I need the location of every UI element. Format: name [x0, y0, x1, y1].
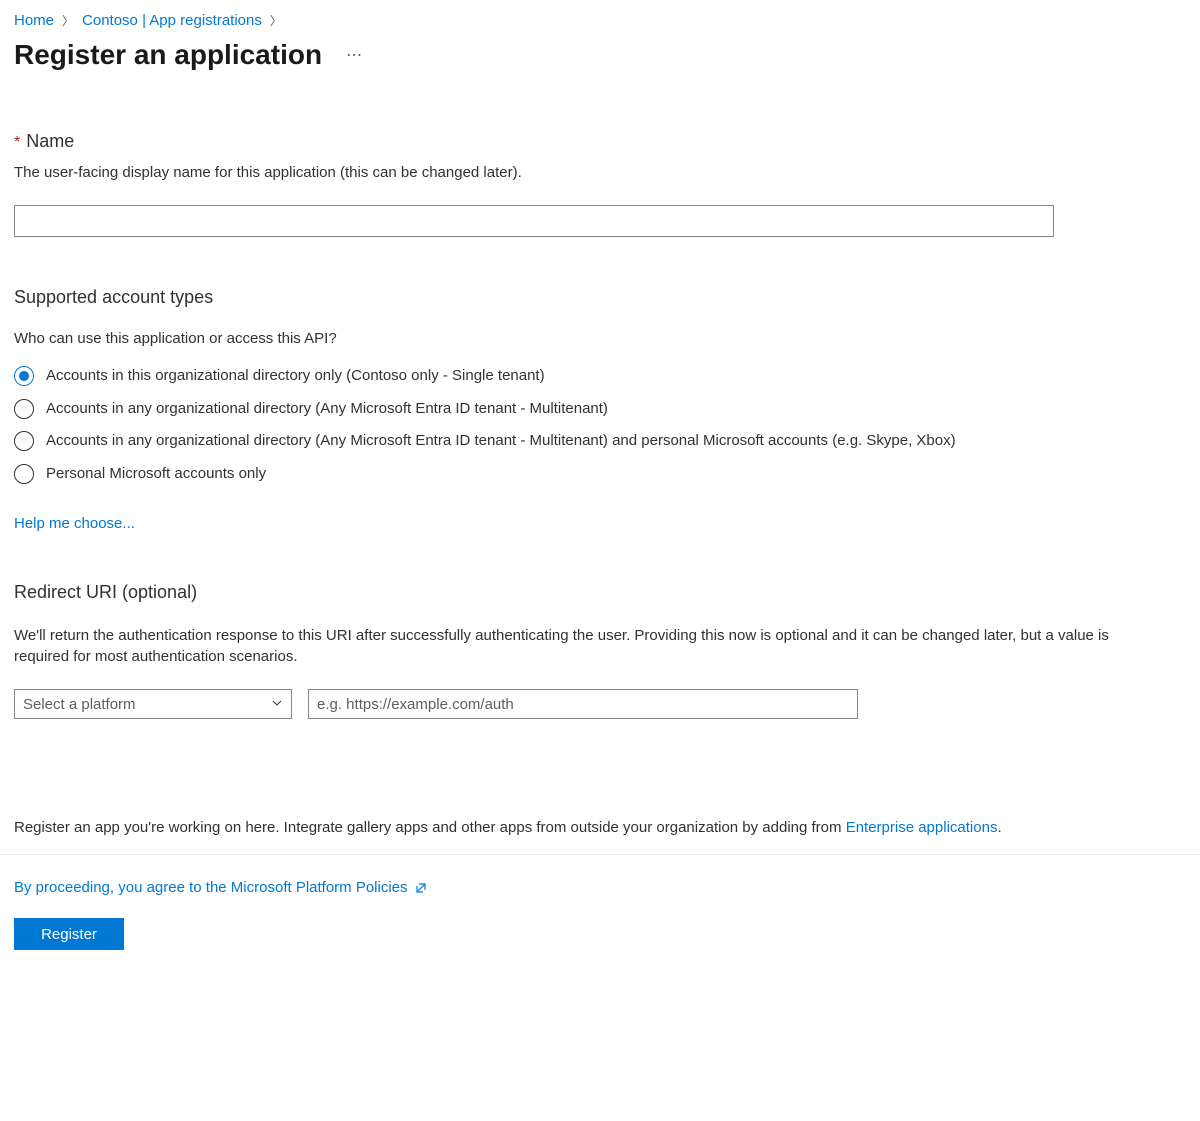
account-types-sub: Who can use this application or access t… [14, 330, 1186, 347]
footer-hint: Register an app you're working on here. … [14, 819, 1186, 836]
footer-hint-suffix: . [997, 819, 1001, 836]
name-desc: The user-facing display name for this ap… [14, 162, 1186, 183]
breadcrumb-tenant[interactable]: Contoso | App registrations [82, 12, 262, 29]
name-section: * Name The user-facing display name for … [14, 131, 1186, 237]
radio-label: Accounts in this organizational director… [46, 365, 545, 388]
redirect-uri-section: Redirect URI (optional) We'll return the… [14, 582, 1186, 719]
name-label: Name [26, 131, 74, 152]
radio-icon [14, 366, 34, 386]
radio-label: Accounts in any organizational directory… [46, 430, 956, 453]
redirect-uri-input[interactable] [308, 689, 858, 719]
required-star-icon: * [14, 134, 20, 152]
radio-icon [14, 464, 34, 484]
radio-label: Personal Microsoft accounts only [46, 463, 266, 486]
radio-personal-only[interactable]: Personal Microsoft accounts only [14, 463, 1186, 486]
radio-single-tenant[interactable]: Accounts in this organizational director… [14, 365, 1186, 388]
chevron-right-icon: 〉 [270, 12, 282, 29]
register-button[interactable]: Register [14, 918, 124, 950]
platform-select[interactable]: Select a platform [14, 689, 292, 719]
radio-icon [14, 399, 34, 419]
radio-multitenant[interactable]: Accounts in any organizational directory… [14, 398, 1186, 421]
account-types-heading: Supported account types [14, 287, 1186, 308]
enterprise-applications-link[interactable]: Enterprise applications [846, 819, 998, 836]
radio-label: Accounts in any organizational directory… [46, 398, 608, 421]
chevron-down-icon [271, 697, 283, 712]
footer-hint-prefix: Register an app you're working on here. … [14, 819, 846, 836]
help-me-choose-link[interactable]: Help me choose... [14, 515, 135, 532]
chevron-right-icon: 〉 [62, 12, 74, 29]
redirect-heading: Redirect URI (optional) [14, 582, 1186, 603]
breadcrumb-home[interactable]: Home [14, 12, 54, 29]
breadcrumb: Home 〉 Contoso | App registrations 〉 [14, 12, 1186, 29]
radio-icon [14, 431, 34, 451]
name-input[interactable] [14, 205, 1054, 237]
external-link-icon [414, 881, 428, 895]
page-title: Register an application [14, 39, 322, 71]
divider [0, 854, 1200, 855]
more-actions-icon[interactable]: ⋯ [342, 41, 368, 69]
radio-multitenant-personal[interactable]: Accounts in any organizational directory… [14, 430, 1186, 453]
account-types-section: Supported account types Who can use this… [14, 287, 1186, 532]
platform-select-value: Select a platform [23, 696, 136, 713]
account-types-radio-group: Accounts in this organizational director… [14, 365, 1186, 485]
platform-policies-link[interactable]: By proceeding, you agree to the Microsof… [14, 879, 408, 896]
redirect-desc: We'll return the authentication response… [14, 625, 1144, 667]
